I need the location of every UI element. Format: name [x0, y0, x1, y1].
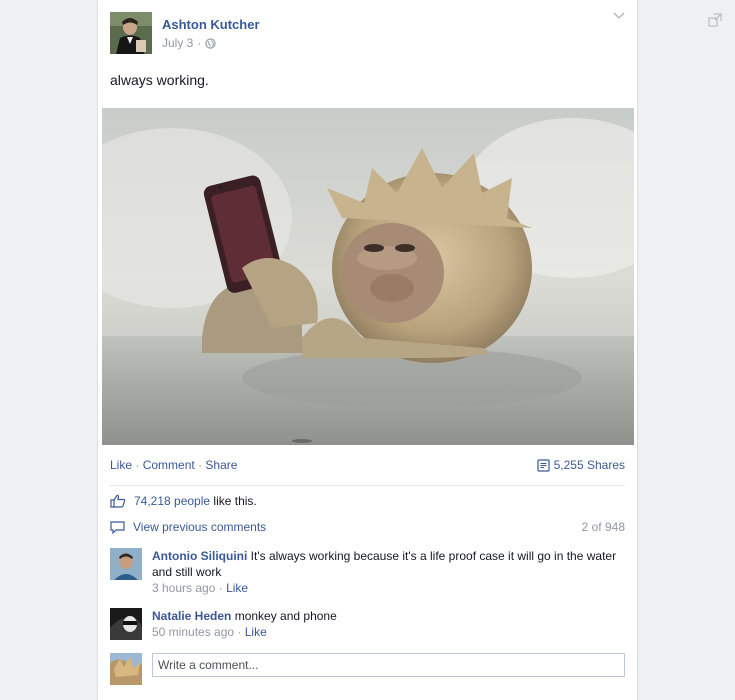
expand-icon[interactable] — [708, 13, 722, 27]
comments-position: 2 of 948 — [581, 520, 625, 534]
commenter-avatar[interactable] — [110, 608, 142, 640]
write-comment-row — [110, 653, 625, 689]
thumbs-up-icon — [110, 494, 126, 508]
post-header: Ashton Kutcher July 3 · — [110, 12, 610, 54]
shares-count: 5,255 Shares — [553, 458, 625, 472]
commenter-name[interactable]: Antonio Siliquini — [152, 549, 247, 563]
view-previous-comments-link[interactable]: View previous comments — [133, 520, 266, 534]
comment-time[interactable]: 50 minutes ago — [152, 625, 234, 639]
current-user-avatar — [110, 653, 142, 685]
author-avatar[interactable] — [110, 12, 152, 54]
comment-link[interactable]: Comment — [143, 458, 195, 472]
likes-tail: like this. — [213, 494, 257, 508]
comment-like-link[interactable]: Like — [245, 625, 267, 639]
comment-item: Antonio Siliquini It's always working be… — [110, 548, 625, 595]
comment-like-link[interactable]: Like — [226, 581, 248, 595]
share-link[interactable]: Share — [205, 458, 237, 472]
comment-text: monkey and phone — [234, 609, 337, 623]
shares-link[interactable]: 5,255 Shares — [537, 458, 625, 472]
post-photo[interactable] — [102, 108, 634, 445]
post-meta: July 3 · — [162, 36, 216, 50]
share-icon — [537, 458, 550, 472]
commenter-avatar[interactable] — [110, 548, 142, 580]
comment-icon — [110, 520, 125, 534]
post-date[interactable]: July 3 — [162, 36, 193, 50]
author-name[interactable]: Ashton Kutcher — [162, 17, 260, 32]
post-text: always working. — [110, 72, 209, 88]
view-previous-row: View previous comments 2 of 948 — [110, 520, 625, 534]
divider — [110, 485, 625, 486]
post-actions: Like · Comment · Share 5,255 Shares — [110, 458, 625, 472]
like-link[interactable]: Like — [110, 458, 132, 472]
globe-icon — [205, 37, 216, 49]
comment-item: Natalie Heden monkey and phone 50 minute… — [110, 608, 625, 644]
commenter-name[interactable]: Natalie Heden — [152, 609, 231, 623]
comment-input[interactable] — [152, 653, 625, 677]
likes-count-link[interactable]: 74,218 people — [134, 494, 210, 508]
likes-summary: 74,218 people like this. — [110, 494, 257, 508]
comment-time[interactable]: 3 hours ago — [152, 581, 215, 595]
post-card: Ashton Kutcher July 3 · always working. — [97, 0, 638, 700]
chevron-down-icon[interactable] — [613, 12, 625, 20]
